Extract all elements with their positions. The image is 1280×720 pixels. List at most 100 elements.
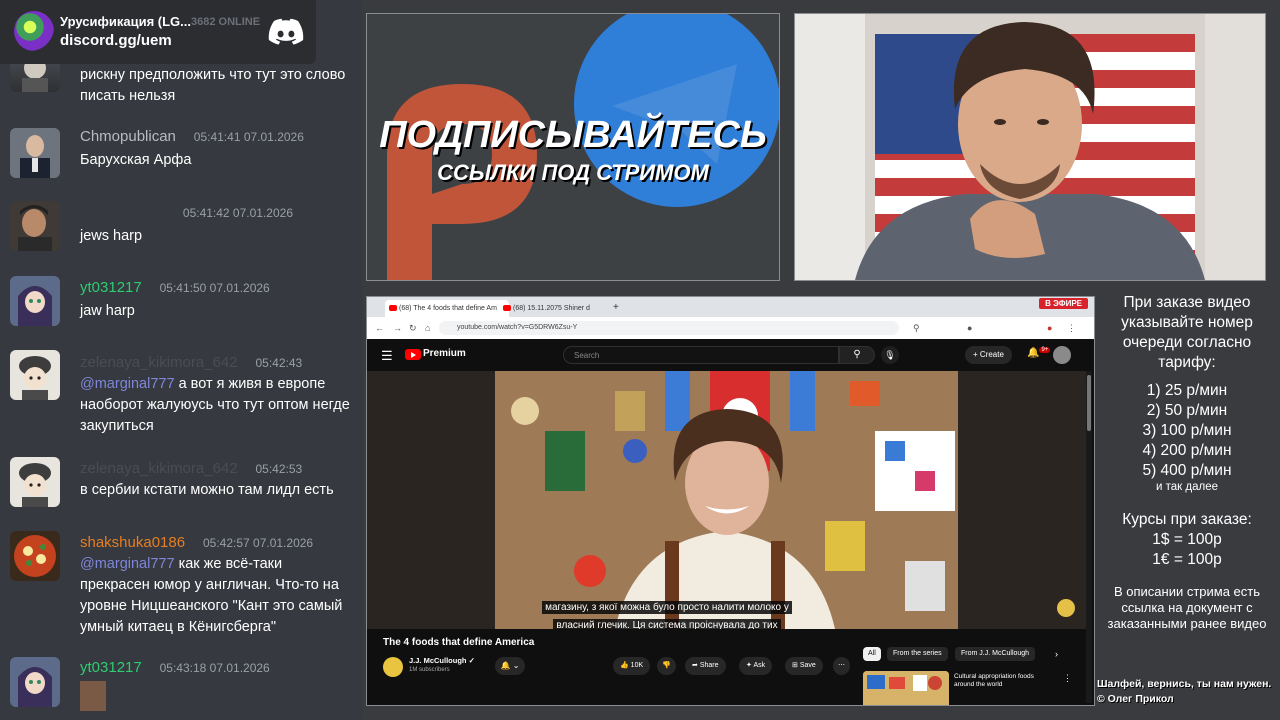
search-input[interactable]: Search: [563, 346, 839, 364]
zoom-icon[interactable]: ⚲: [913, 323, 920, 334]
tariff-item: 5) 400 р/мин: [1142, 462, 1232, 479]
message-text: @marginal777 а вот я живя в европе наобо…: [80, 374, 355, 437]
message-header: Chmopublican 05:41:41 07.01.2026: [80, 128, 304, 145]
rates-title: Курсы при заказе:: [1122, 511, 1252, 528]
account-avatar[interactable]: [1053, 346, 1071, 364]
chip-from-series[interactable]: From the series: [887, 647, 948, 661]
forward-arrow-icon[interactable]: →: [393, 323, 402, 333]
rate-item: 1€ = 100р: [1152, 551, 1222, 568]
share-label: Share: [699, 662, 719, 669]
timestamp: 05:41:42 07.01.2026: [182, 206, 293, 220]
and-so-on: и так далее: [1156, 481, 1218, 493]
footer-line: © Олег Прикол: [1097, 693, 1174, 705]
menu-dots-icon[interactable]: ⋮: [1067, 323, 1076, 334]
recommended-title[interactable]: Cultural appropriation foods around the …: [954, 673, 1054, 689]
message-header: 05:41:42 07.01.2026: [80, 204, 293, 220]
dislike-button[interactable]: 👎: [657, 657, 676, 675]
username[interactable]: yt031217: [80, 659, 142, 676]
tariff-item: 4) 200 р/мин: [1142, 442, 1232, 459]
video-image: [495, 371, 958, 629]
user-mention[interactable]: @marginal777: [80, 556, 175, 572]
webcam-image: [795, 14, 1265, 280]
avatar: [10, 457, 60, 507]
save-button[interactable]: ⊞ Save: [785, 657, 823, 675]
username[interactable]: zelenaya_kikimora_642: [80, 460, 238, 477]
footer-note: Шалфей, вернись, ты нам нужен. © Олег Пр…: [1097, 677, 1280, 707]
youtube-play-icon: [405, 349, 421, 360]
message-header: yt031217 05:43:18 07.01.2026: [80, 659, 270, 676]
message-text: @marginal777 как же всё-таки прекрасен ю…: [80, 554, 355, 638]
microphone-icon[interactable]: 🎙: [881, 346, 899, 364]
back-arrow-icon[interactable]: ←: [375, 323, 384, 333]
home-icon[interactable]: ⌂: [425, 323, 430, 333]
scrollbar-thumb[interactable]: [1087, 375, 1091, 431]
tariff-item: 2) 50 р/мин: [1146, 402, 1228, 419]
discord-chat-panel: Урусификация (LG... 3682 ONLINE discord.…: [0, 0, 362, 720]
profile-icon[interactable]: ●: [1047, 323, 1052, 333]
username[interactable]: zelenaya_kikimora_642: [80, 354, 238, 371]
youtube-logo-text: Premium: [423, 348, 466, 359]
new-tab-button[interactable]: +: [613, 300, 619, 317]
video-player[interactable]: магазину, з якої можна було просто налит…: [367, 371, 1087, 629]
message-image: [80, 681, 106, 711]
chevron-right-icon[interactable]: ›: [1055, 649, 1058, 659]
tab-label: (68) The 4 foods that define Am: [399, 305, 497, 312]
discord-logo-icon: [268, 18, 304, 45]
live-badge: В ЭФИРЕ: [1039, 298, 1088, 309]
subscribed-bell-button[interactable]: 🔔 ⌄: [495, 657, 525, 675]
more-vertical-icon[interactable]: ⋮: [1063, 673, 1072, 684]
username[interactable]: shakshuka0186: [80, 534, 185, 551]
message-text: jaw harp: [80, 303, 135, 319]
scrollbar[interactable]: [1086, 371, 1092, 703]
message-text: jews harp: [80, 228, 143, 244]
avatar: [10, 276, 60, 326]
avatar: [10, 531, 60, 581]
youtube-header: ☰ Premium Search ⚲ 🎙 + Create 🔔 9+: [367, 339, 1094, 371]
message-text: Барухская Арфа: [80, 152, 192, 168]
channel-watermark-icon[interactable]: [1057, 599, 1075, 617]
chip-from-channel[interactable]: From J.J. McCullough: [955, 647, 1036, 661]
url-field[interactable]: youtube.com/watch?v=G5DRW6Zsu-Y: [439, 321, 899, 335]
message-text: рискну предположить что тут это слово пи…: [80, 67, 346, 104]
username[interactable]: Chmopublican: [80, 128, 176, 145]
webcam-feed: [794, 13, 1266, 281]
user-mention[interactable]: @marginal777: [80, 376, 175, 392]
tab-label: (68) 15.11.2075 Shiner d: [513, 305, 590, 312]
timestamp: 05:42:43: [255, 356, 303, 370]
extension-icon[interactable]: ●: [967, 323, 972, 333]
recommended-thumbnail[interactable]: [863, 671, 949, 705]
hamburger-menu-icon[interactable]: ☰: [381, 348, 393, 364]
notifications-bell-icon[interactable]: 🔔 9+: [1027, 347, 1051, 358]
chip-all[interactable]: All: [863, 647, 881, 661]
tab-bar: (68) The 4 foods that define Am (68) 15.…: [367, 297, 1094, 317]
channel-name[interactable]: J.J. McCullough ✓: [409, 656, 475, 665]
avatar: [10, 657, 60, 707]
like-button[interactable]: 👍 10K: [613, 657, 651, 675]
video-frame: [495, 371, 958, 629]
youtube-icon: [389, 305, 397, 311]
banner-title: ПОДПИСЫВАЙТЕСЬ: [379, 114, 767, 156]
create-button[interactable]: + Create: [965, 346, 1012, 364]
ask-button[interactable]: ✦ Ask: [739, 657, 773, 675]
more-options-icon[interactable]: ⋯: [833, 657, 850, 675]
order-intro: При заказе видео указывайте номер очеред…: [1121, 294, 1253, 371]
avatar: [10, 201, 60, 251]
tariff-item: 1) 25 р/мин: [1146, 382, 1228, 399]
search-icon[interactable]: ⚲: [839, 346, 875, 364]
message-header: yt031217 05:41:50 07.01.2026: [80, 279, 270, 296]
save-label: Save: [799, 662, 816, 669]
message-header: zelenaya_kikimora_642 05:42:53: [80, 460, 302, 477]
server-name: Урусификация (LG...: [60, 14, 191, 29]
username[interactable]: yt031217: [80, 279, 142, 296]
message-header: zelenaya_kikimora_642 05:42:43: [80, 354, 302, 371]
ask-label: Ask: [753, 662, 766, 669]
invite-link[interactable]: discord.gg/uem: [60, 32, 172, 49]
share-button[interactable]: ➦ Share: [685, 657, 726, 675]
channel-avatar[interactable]: [383, 657, 403, 677]
tab-active[interactable]: (68) The 4 foods that define Am: [385, 300, 509, 317]
avatar: [10, 350, 60, 400]
tab-second[interactable]: (68) 15.11.2075 Shiner d: [499, 300, 613, 317]
subscriber-count: 1M subscribers: [409, 667, 450, 673]
reload-icon[interactable]: ↻: [409, 323, 417, 334]
timestamp: 05:42:53: [255, 462, 303, 476]
